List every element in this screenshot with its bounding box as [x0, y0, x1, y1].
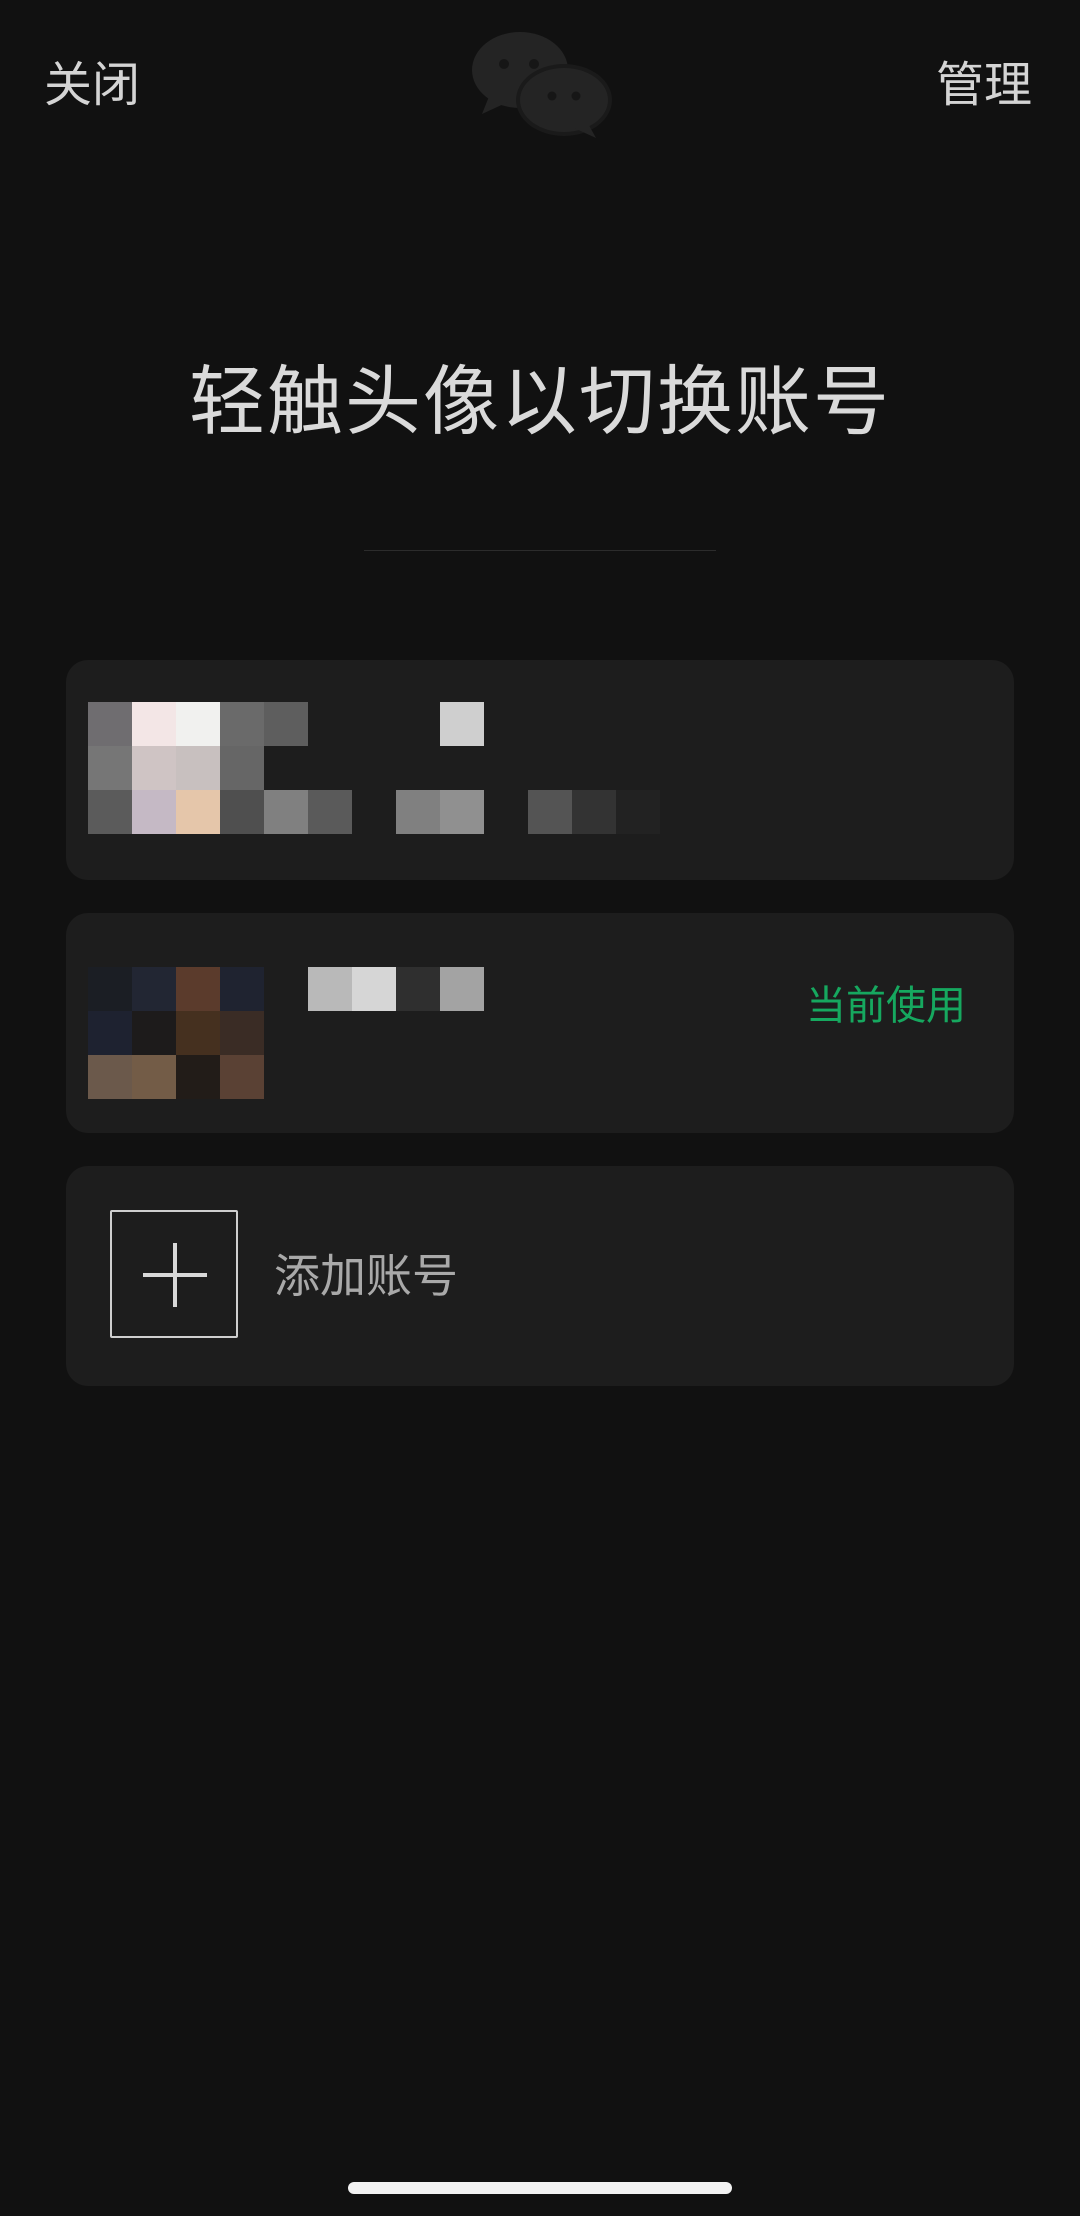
plus-icon — [110, 1210, 238, 1338]
wechat-logo-icon — [468, 28, 614, 140]
divider — [364, 550, 716, 551]
page-title: 轻触头像以切换账号 — [189, 357, 891, 446]
close-button[interactable]: 关闭 — [44, 50, 140, 120]
add-account-label: 添加账号 — [274, 1249, 458, 1303]
account-card-1[interactable] — [66, 660, 1014, 880]
manage-button[interactable]: 管理 — [936, 50, 1032, 120]
home-indicator[interactable] — [348, 2182, 732, 2194]
account-card-2[interactable]: 当前使用 — [66, 913, 1014, 1133]
add-account-card[interactable]: 添加账号 — [66, 1166, 1014, 1386]
current-account-label: 当前使用 — [806, 983, 966, 1029]
